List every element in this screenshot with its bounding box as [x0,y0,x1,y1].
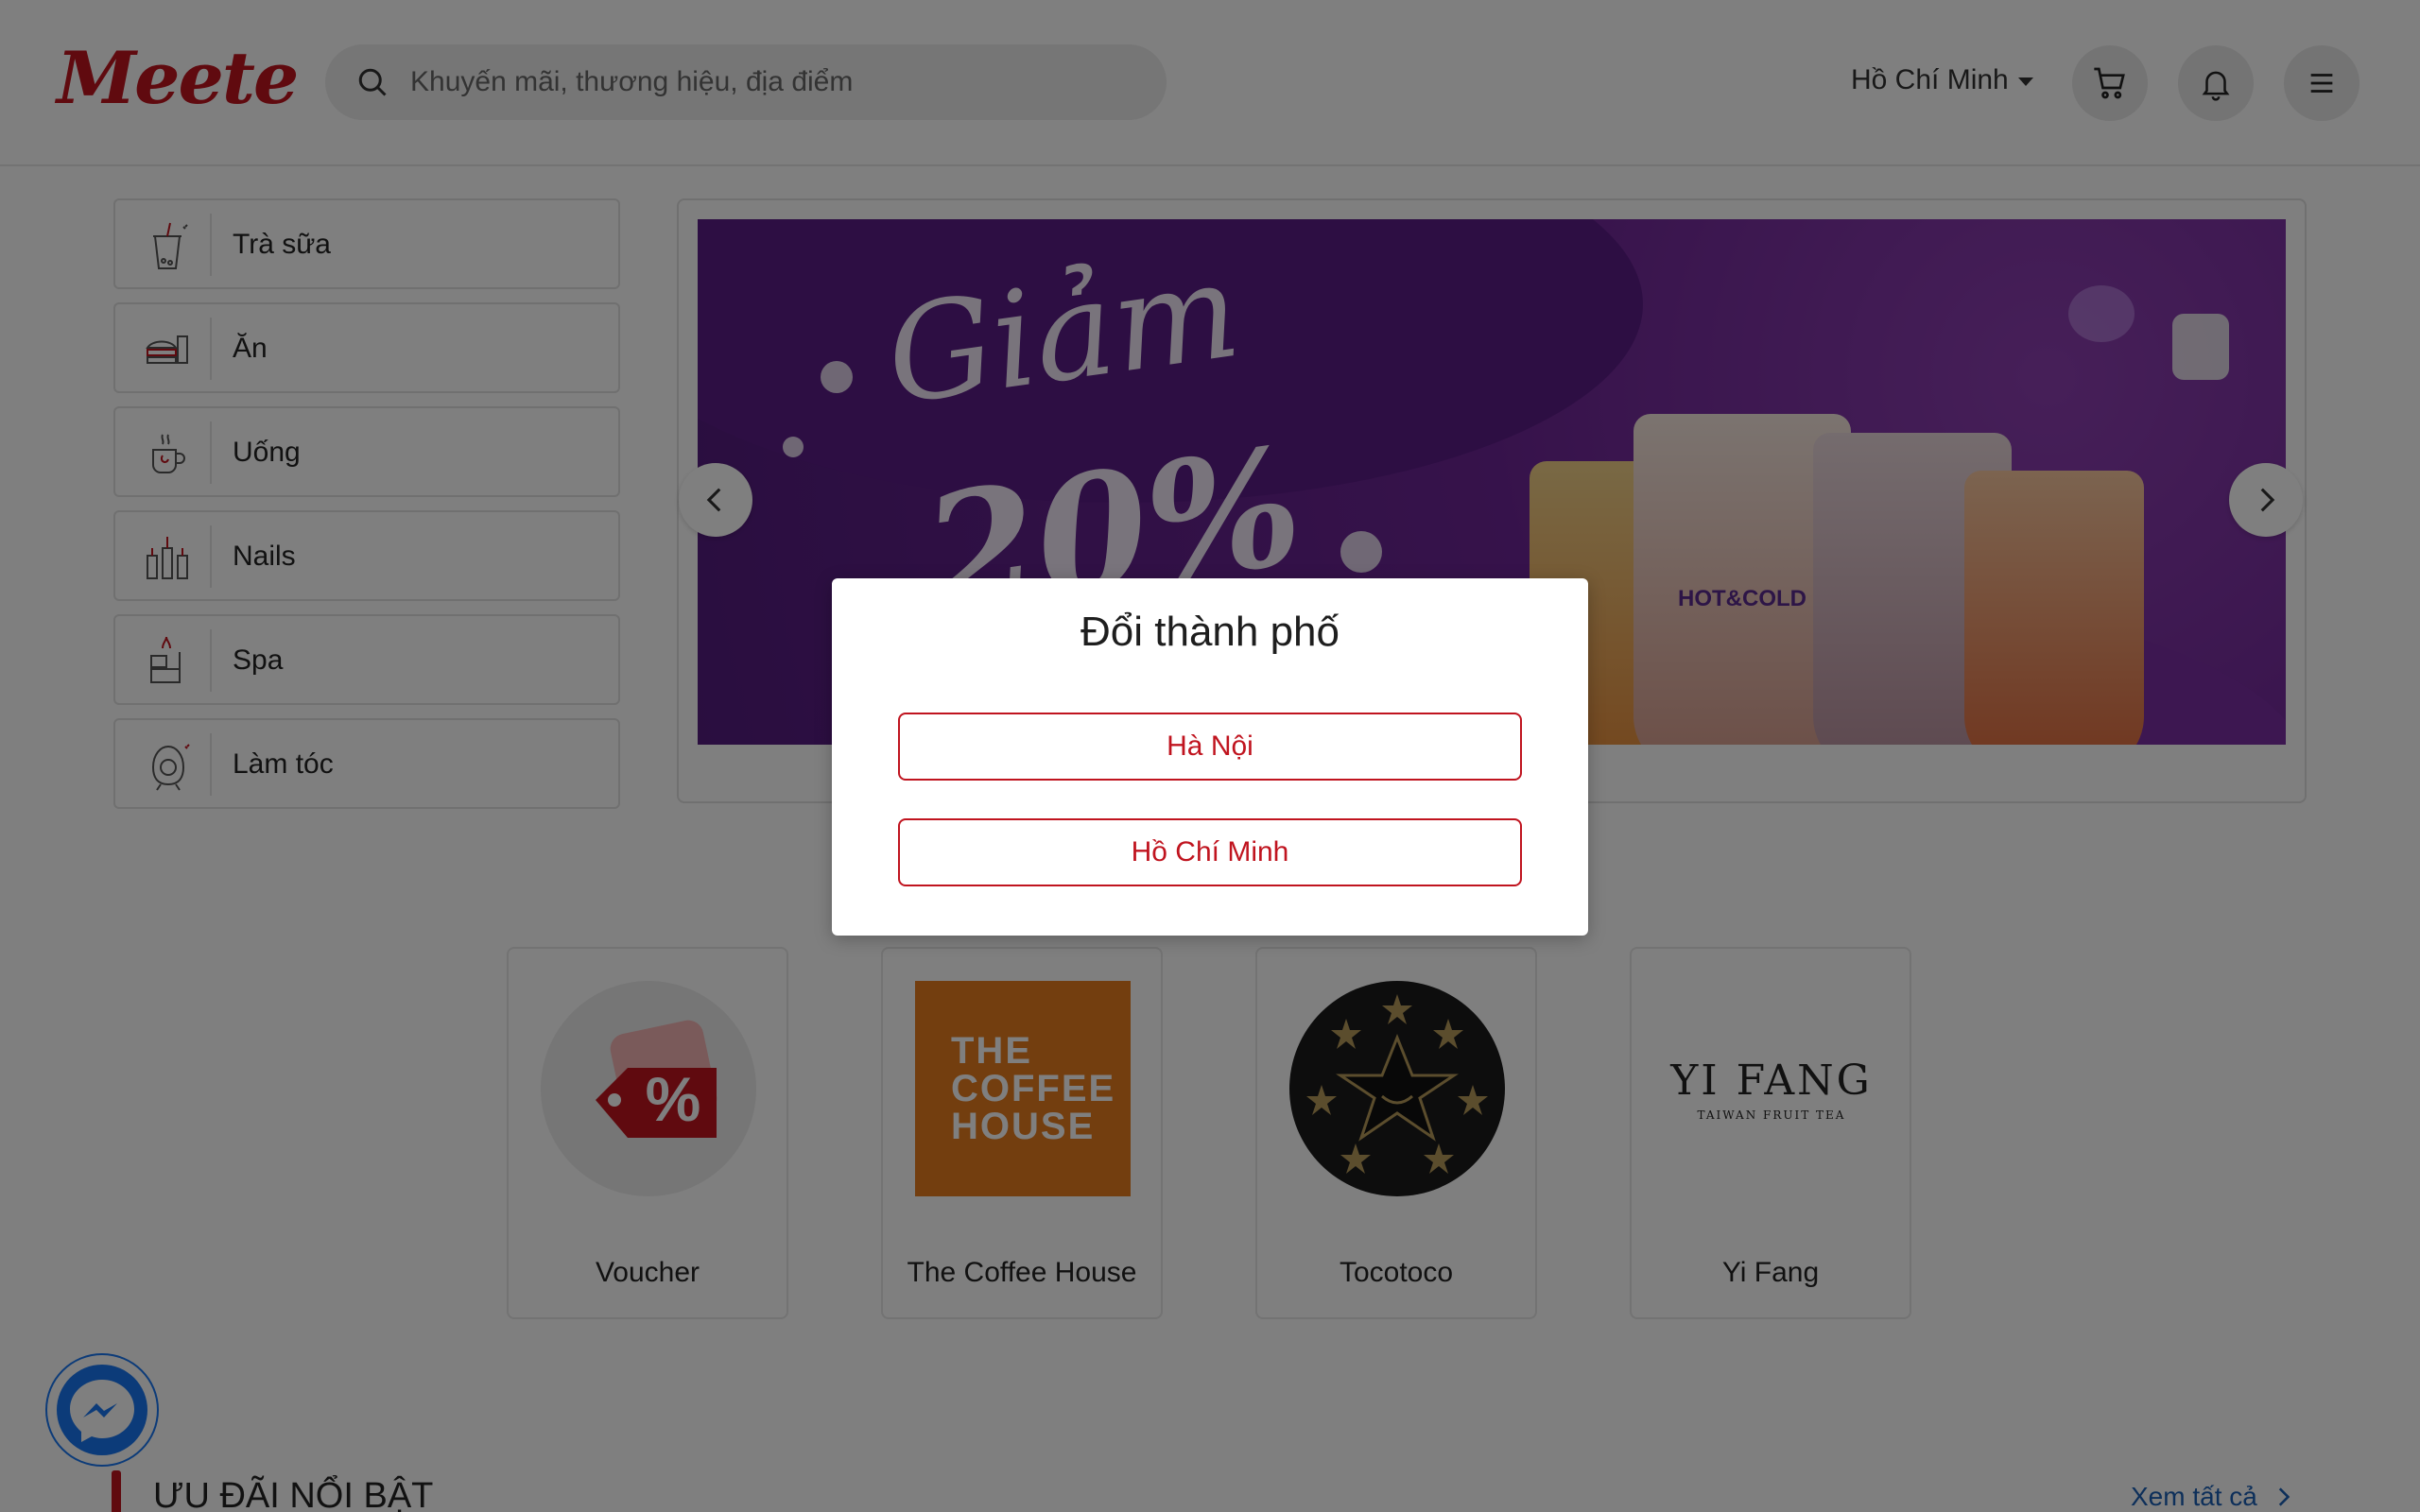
change-city-modal: Đổi thành phố Hà Nội Hồ Chí Minh [832,578,1588,936]
modal-title: Đổi thành phố [1080,609,1340,655]
city-option-ha-noi[interactable]: Hà Nội [898,713,1522,781]
city-option-ho-chi-minh[interactable]: Hồ Chí Minh [898,818,1522,886]
